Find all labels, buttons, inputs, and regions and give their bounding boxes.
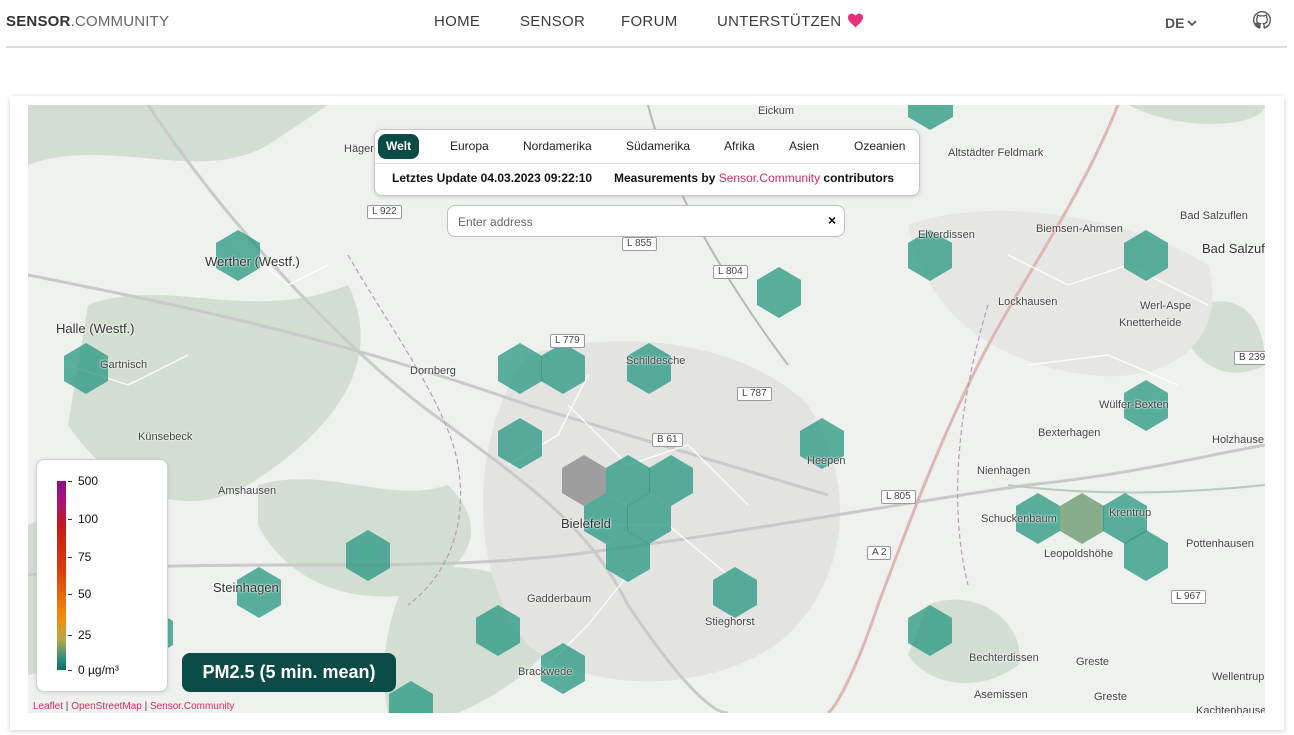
place-label: Holzhause	[1212, 434, 1264, 446]
measurements-credit: Measurements by Sensor.Community contrib…	[614, 171, 894, 185]
place-label: Häger	[344, 143, 374, 155]
nav-forum[interactable]: FORUM	[621, 13, 678, 30]
legend-tick	[68, 670, 72, 671]
legend-label: 75	[78, 550, 92, 564]
tab-welt[interactable]: Welt	[378, 134, 420, 159]
attribution-separator: |	[141, 701, 150, 712]
place-label: Nienhagen	[977, 465, 1031, 477]
road-shield: L 787	[737, 387, 772, 401]
heart-icon	[847, 13, 864, 32]
place-label: Asemissen	[974, 689, 1028, 701]
place-label: Künsebeck	[138, 431, 193, 443]
place-label: Bad Salzuflen	[1180, 210, 1248, 222]
place-label: Schildesche	[626, 355, 686, 367]
place-label: Werther (Westf.)	[205, 254, 300, 269]
tab-suedamerika[interactable]: Südamerika	[618, 134, 698, 159]
credit-suffix: contributors	[820, 171, 895, 185]
place-label: Dornberg	[410, 365, 456, 377]
legend-label: 0 µg/m³	[78, 663, 119, 677]
road-shield: L 805	[881, 490, 916, 504]
place-label: Schuckenbaum	[981, 513, 1057, 525]
nav-sensor[interactable]: SENSOR	[520, 13, 585, 30]
place-label: Wellentrup	[1212, 671, 1265, 683]
legend-tick	[68, 557, 72, 558]
place-label: Leopoldshöhe	[1044, 548, 1114, 560]
place-label: Altstädter Feldmark	[948, 147, 1044, 159]
legend-tick	[68, 519, 72, 520]
place-label: Steinhagen	[213, 580, 279, 595]
top-navigation: SENSOR.COMMUNITY HOME SENSOR FORUM UNTER…	[6, 0, 1287, 48]
air-quality-map[interactable]: Eickum Häger Altstädter Feldmark Elverdi…	[28, 105, 1265, 713]
place-label: Biemsen-Ahmsen	[1036, 223, 1123, 235]
road-shield: A 2	[867, 546, 892, 560]
place-label: Bad Salzuf	[1202, 241, 1265, 256]
place-label: Krentrup	[1109, 507, 1152, 519]
nav-support-label: UNTERSTÜTZEN	[717, 13, 842, 30]
osm-link[interactable]: OpenStreetMap	[71, 701, 142, 712]
road-shield: B 61	[652, 433, 683, 447]
place-label: Wülfer-Bexten	[1099, 399, 1169, 411]
legend-tick	[68, 594, 72, 595]
sensor-community-attribution-link[interactable]: Sensor.Community	[150, 701, 234, 712]
site-logo[interactable]: SENSOR.COMMUNITY	[6, 13, 169, 30]
road-shield: L 779	[550, 334, 585, 348]
language-label: DE	[1165, 15, 1185, 31]
place-label: Werl-Aspe	[1140, 300, 1192, 312]
map-attribution: Leaflet | OpenStreetMap | Sensor.Communi…	[33, 701, 234, 712]
divider	[375, 163, 919, 164]
place-label: Brackwede	[518, 666, 573, 678]
legend-color-scale	[57, 481, 66, 670]
place-label: Lockhausen	[998, 296, 1058, 308]
attribution-separator: |	[63, 701, 72, 712]
place-label: Eickum	[758, 105, 795, 117]
region-selector: Welt Europa Nordamerika Südamerika Afrik…	[374, 129, 920, 196]
address-search: ×	[447, 205, 845, 237]
chevron-down-icon	[1187, 20, 1198, 27]
legend-label: 25	[78, 628, 92, 642]
place-label: Greste	[1076, 656, 1110, 668]
place-label: Heepen	[807, 455, 846, 467]
language-selector[interactable]: DE	[1165, 15, 1198, 31]
road-shield: B 239	[1234, 351, 1265, 365]
place-label: Stieghorst	[705, 616, 755, 628]
pm-legend: 500 100 75 50 25 0 µg/m³	[36, 459, 168, 692]
legend-tick	[68, 481, 72, 482]
road-shield: L 804	[713, 265, 748, 279]
legend-label: 500	[78, 474, 99, 488]
github-icon[interactable]	[1252, 10, 1272, 35]
leaflet-link[interactable]: Leaflet	[33, 701, 63, 712]
legend-label: 100	[78, 512, 99, 526]
clear-search-icon[interactable]: ×	[828, 212, 836, 228]
place-label: Kachtenhausen	[1196, 705, 1265, 713]
place-label: Bielefeld	[561, 516, 611, 531]
nav-home[interactable]: HOME	[434, 13, 480, 30]
pm-selector-badge[interactable]: PM2.5 (5 min. mean)	[182, 653, 396, 692]
legend-label: 50	[78, 587, 92, 601]
tab-asien[interactable]: Asien	[781, 134, 827, 159]
tab-europa[interactable]: Europa	[442, 134, 497, 159]
place-label: Gartnisch	[100, 359, 148, 371]
place-label: Bexterhagen	[1038, 427, 1101, 439]
place-label: Amshausen	[218, 485, 277, 497]
road-shield: L 967	[1171, 590, 1206, 604]
nav-support[interactable]: UNTERSTÜTZEN	[717, 13, 864, 32]
credit-prefix: Measurements by	[614, 171, 719, 185]
map-basemap	[28, 105, 1265, 713]
road-shield: L 855	[622, 237, 657, 251]
last-update-text: Letztes Update 04.03.2023 09:22:10	[392, 171, 593, 185]
road-shield: L 922	[367, 205, 402, 219]
tab-afrika[interactable]: Afrika	[716, 134, 763, 159]
place-label: Knetterheide	[1119, 317, 1182, 329]
place-label: Pottenhausen	[1186, 538, 1254, 550]
place-label: Halle (Westf.)	[56, 321, 135, 336]
legend-tick	[68, 635, 72, 636]
tab-nordamerika[interactable]: Nordamerika	[515, 134, 600, 159]
place-label: Gadderbaum	[527, 593, 592, 605]
place-label: Bechterdissen	[969, 652, 1039, 664]
tab-ozeanien[interactable]: Ozeanien	[846, 134, 913, 159]
address-search-input[interactable]	[458, 212, 808, 232]
place-label: Elverdissen	[918, 229, 975, 241]
place-label: Greste	[1094, 691, 1128, 703]
sensor-community-link[interactable]: Sensor.Community	[719, 171, 820, 185]
